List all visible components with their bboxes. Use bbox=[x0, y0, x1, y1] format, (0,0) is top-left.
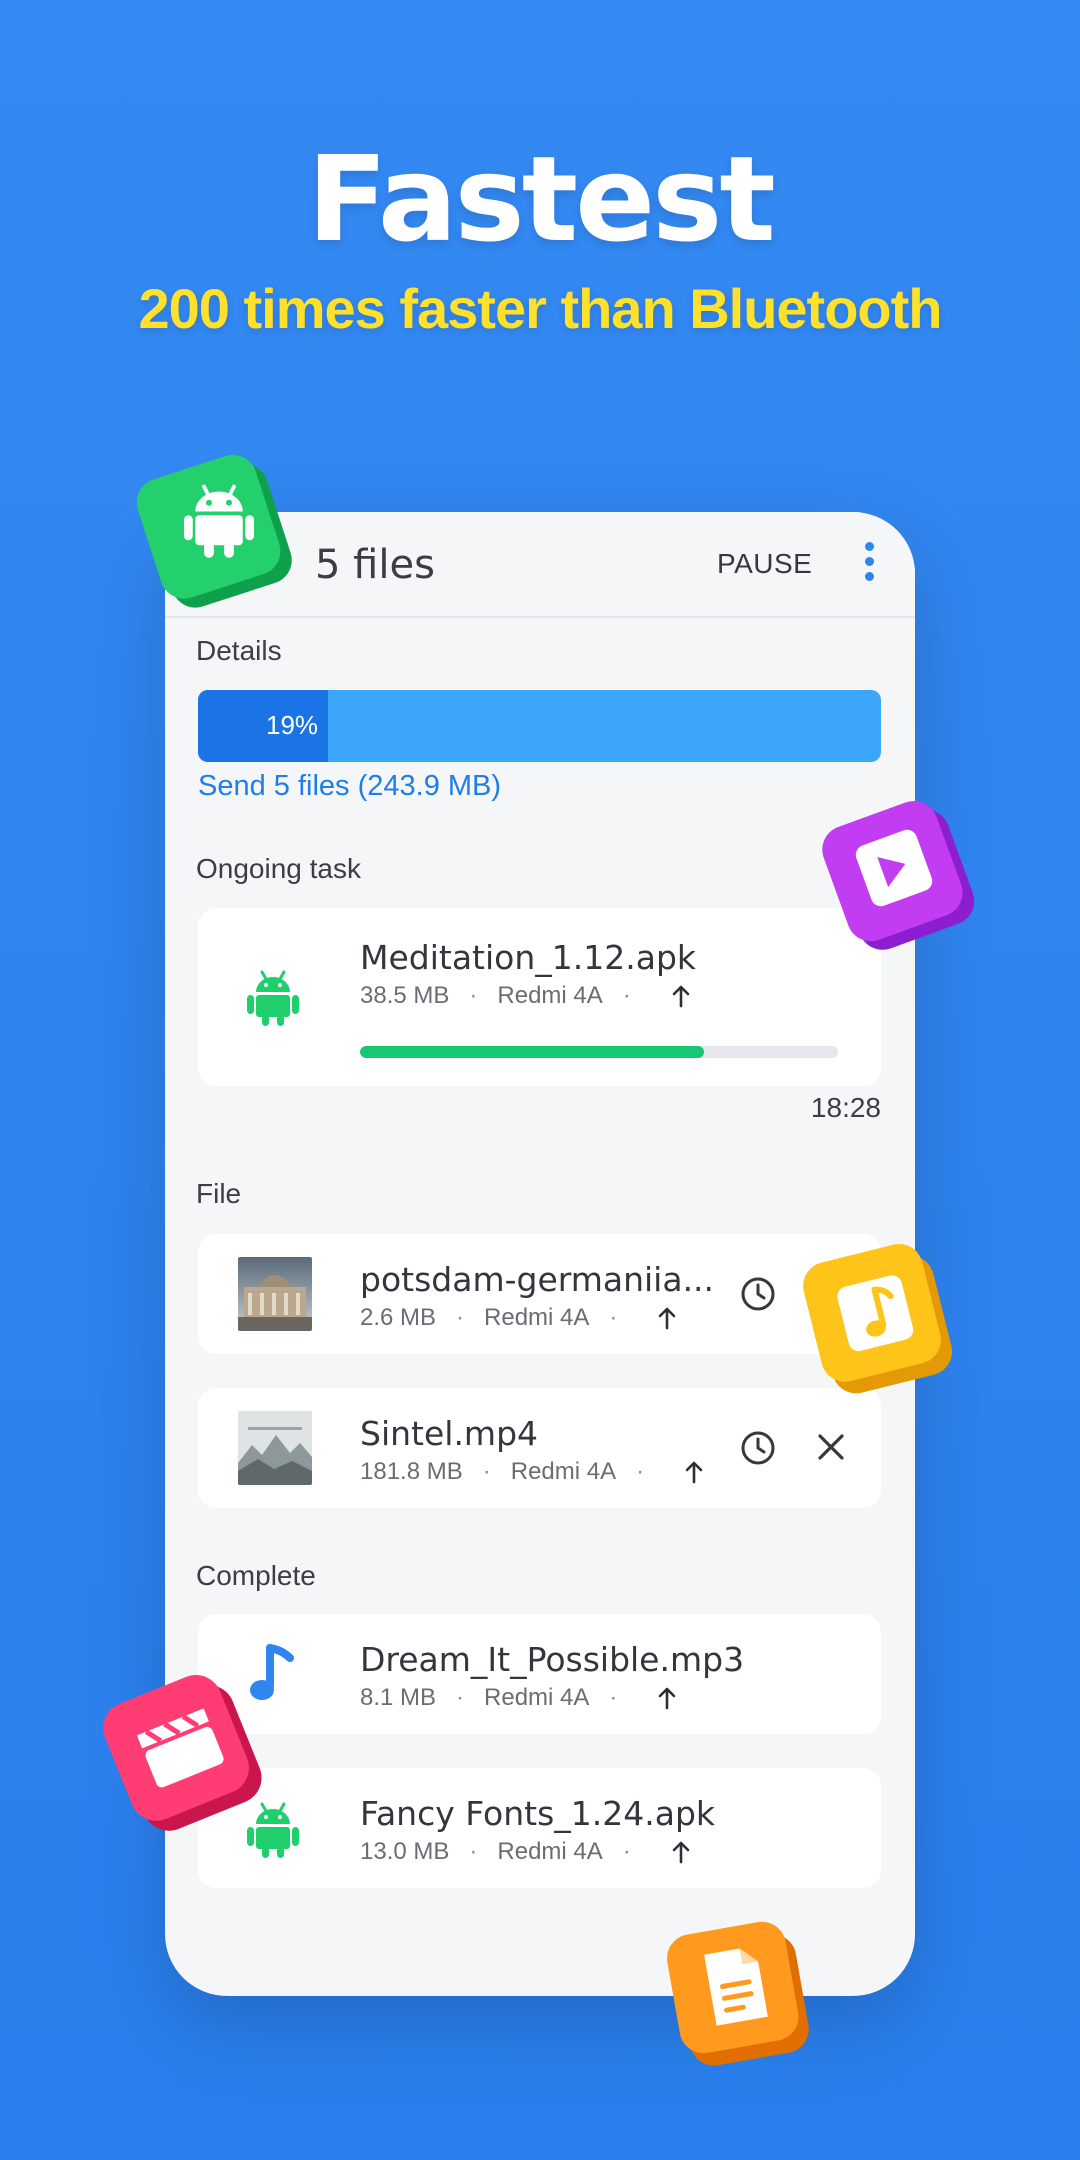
ongoing-file-meta: 38.5 MB · Redmi 4A · bbox=[360, 982, 691, 1010]
video-cube-icon bbox=[822, 800, 975, 950]
task-progress-bar bbox=[360, 1046, 838, 1058]
separator: · bbox=[469, 1838, 478, 1865]
details-label: Details bbox=[196, 635, 282, 666]
file-size: 13.0 MB bbox=[360, 1838, 450, 1865]
close-icon[interactable] bbox=[816, 1432, 846, 1462]
more-vert-icon[interactable] bbox=[863, 542, 875, 582]
device-name: Redmi 4A bbox=[484, 1304, 590, 1331]
file-size: 8.1 MB bbox=[360, 1684, 437, 1711]
complete-item-dream[interactable]: Dream_It_Possible.mp3 8.1 MB · Redmi 4A … bbox=[198, 1614, 881, 1734]
document-cube-icon bbox=[667, 1921, 809, 2066]
device-name: Redmi 4A bbox=[497, 1838, 603, 1865]
overall-progress-bar: 19% bbox=[198, 690, 881, 762]
device-name: Redmi 4A bbox=[510, 1458, 617, 1485]
android-cube-icon bbox=[136, 454, 292, 608]
file-size: 181.8 MB bbox=[360, 1458, 463, 1485]
image-thumbnail bbox=[238, 1257, 312, 1331]
file-item-sintel[interactable]: Sintel.mp4 181.8 MB · Redmi 4A · bbox=[198, 1388, 881, 1508]
complete-section-label: Complete bbox=[196, 1560, 316, 1591]
page-title: 5 files bbox=[315, 542, 435, 588]
promo-headline: Fastest bbox=[307, 130, 776, 268]
file-item-potsdam[interactable]: potsdam-germaniia... 2.6 MB · Redmi 4A · bbox=[198, 1234, 881, 1354]
file-size: 2.6 MB bbox=[360, 1304, 437, 1331]
device-name: Redmi 4A bbox=[484, 1684, 590, 1711]
file-name: potsdam-germaniia... bbox=[360, 1260, 715, 1299]
promo-subheadline: 200 times faster than Bluetooth bbox=[138, 277, 943, 340]
file-meta: 181.8 MB · Redmi 4A · bbox=[360, 1458, 704, 1486]
ongoing-task-label: Ongoing task bbox=[196, 853, 361, 884]
file-name: Dream_It_Possible.mp3 bbox=[360, 1640, 745, 1679]
send-summary[interactable]: Send 5 files (243.9 MB) bbox=[198, 770, 501, 803]
arrow-up-icon bbox=[659, 1687, 676, 1710]
overall-progress-text: 19% bbox=[266, 710, 319, 740]
arrow-up-icon bbox=[672, 1841, 690, 1864]
ongoing-task-card[interactable]: Meditation_1.12.apk 38.5 MB · Redmi 4A · bbox=[198, 908, 881, 1086]
android-icon bbox=[247, 970, 299, 1026]
separator: · bbox=[469, 982, 478, 1009]
file-size: 38.5 MB bbox=[360, 982, 450, 1009]
task-progress-fill bbox=[360, 1046, 705, 1058]
separator: · bbox=[609, 1684, 618, 1711]
video-thumbnail bbox=[238, 1411, 312, 1485]
file-section-label: File bbox=[196, 1178, 242, 1209]
separator: · bbox=[456, 1304, 465, 1331]
music-cube-icon bbox=[803, 1243, 952, 1394]
file-name: Fancy Fonts_1.24.apk bbox=[360, 1794, 716, 1833]
task-time: 18:28 bbox=[810, 1092, 881, 1123]
separator: · bbox=[622, 982, 631, 1009]
clock-icon bbox=[741, 1431, 775, 1465]
file-meta: 8.1 MB · Redmi 4A · bbox=[360, 1684, 677, 1712]
clock-icon bbox=[741, 1277, 775, 1311]
separator: · bbox=[456, 1684, 465, 1711]
arrow-up-icon bbox=[685, 1461, 703, 1484]
clapper-cube-icon bbox=[103, 1675, 262, 1831]
file-meta: 13.0 MB · Redmi 4A · bbox=[360, 1838, 691, 1866]
file-name: Sintel.mp4 bbox=[360, 1414, 539, 1453]
separator: · bbox=[482, 1458, 491, 1485]
complete-item-fancy-fonts[interactable]: Fancy Fonts_1.24.apk 13.0 MB · Redmi 4A … bbox=[198, 1768, 881, 1888]
ongoing-file-name: Meditation_1.12.apk bbox=[360, 938, 697, 977]
arrow-up-icon bbox=[659, 1307, 676, 1330]
device-name: Redmi 4A bbox=[497, 982, 603, 1009]
separator: · bbox=[609, 1304, 618, 1331]
pause-button[interactable]: PAUSE bbox=[717, 548, 812, 580]
file-meta: 2.6 MB · Redmi 4A · bbox=[360, 1304, 677, 1332]
separator: · bbox=[636, 1458, 645, 1485]
arrow-up-icon bbox=[672, 985, 690, 1008]
separator: · bbox=[622, 1838, 631, 1865]
